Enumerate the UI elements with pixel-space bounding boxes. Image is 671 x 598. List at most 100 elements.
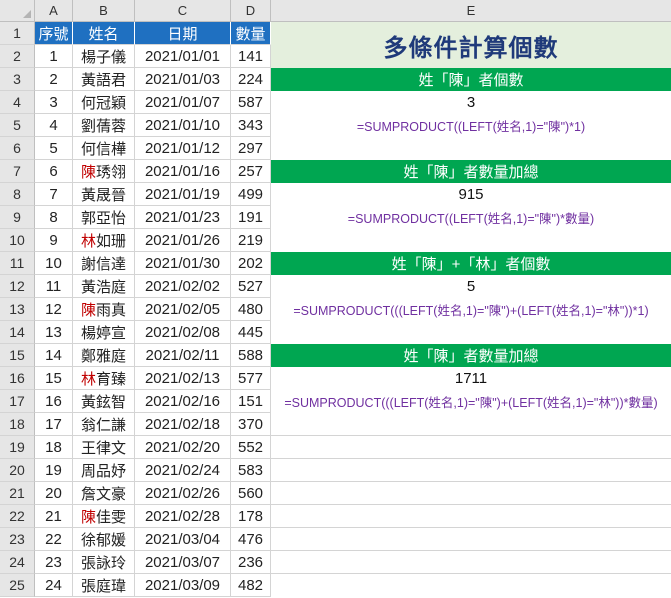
row-header-15[interactable]: 15	[0, 344, 35, 367]
table-cell-seq[interactable]: 2	[35, 68, 73, 91]
row-header-24[interactable]: 24	[0, 551, 35, 574]
table-cell-name[interactable]: 楊婷宣	[73, 321, 135, 344]
table-cell-qty[interactable]: 343	[231, 114, 271, 137]
table-cell-name[interactable]: 黃晟晉	[73, 183, 135, 206]
table-cell-seq[interactable]: 16	[35, 390, 73, 413]
table-cell-date[interactable]: 2021/01/07	[135, 91, 231, 114]
table-cell-name[interactable]: 楊子儀	[73, 45, 135, 68]
table-cell-seq[interactable]: 11	[35, 275, 73, 298]
table-cell-seq[interactable]: 7	[35, 183, 73, 206]
table-cell-name[interactable]: 林如珊	[73, 229, 135, 252]
table-cell-qty[interactable]: 499	[231, 183, 271, 206]
table-cell-seq[interactable]: 13	[35, 321, 73, 344]
table-cell-name[interactable]: 黃鉉智	[73, 390, 135, 413]
table-cell-name[interactable]: 詹文豪	[73, 482, 135, 505]
row-header-18[interactable]: 18	[0, 413, 35, 436]
table-cell-name[interactable]: 陳佳雯	[73, 505, 135, 528]
table-cell-date[interactable]: 2021/02/28	[135, 505, 231, 528]
header-cell-seq[interactable]: 序號	[35, 22, 73, 45]
table-cell-date[interactable]: 2021/02/13	[135, 367, 231, 390]
table-cell-date[interactable]: 2021/03/09	[135, 574, 231, 597]
row-header-14[interactable]: 14	[0, 321, 35, 344]
row-header-25[interactable]: 25	[0, 574, 35, 597]
row-header-9[interactable]: 9	[0, 206, 35, 229]
table-cell-name[interactable]: 林育臻	[73, 367, 135, 390]
select-all-button[interactable]	[0, 0, 35, 22]
table-cell-date[interactable]: 2021/01/16	[135, 160, 231, 183]
row-header-5[interactable]: 5	[0, 114, 35, 137]
row-header-22[interactable]: 22	[0, 505, 35, 528]
table-cell-date[interactable]: 2021/02/18	[135, 413, 231, 436]
table-cell-name[interactable]: 謝信達	[73, 252, 135, 275]
table-cell-name[interactable]: 張詠玲	[73, 551, 135, 574]
table-cell-name[interactable]: 張庭瑋	[73, 574, 135, 597]
row-header-17[interactable]: 17	[0, 390, 35, 413]
table-cell-date[interactable]: 2021/02/24	[135, 459, 231, 482]
table-cell-qty[interactable]: 191	[231, 206, 271, 229]
table-cell-qty[interactable]: 219	[231, 229, 271, 252]
row-header-12[interactable]: 12	[0, 275, 35, 298]
row-header-20[interactable]: 20	[0, 459, 35, 482]
table-cell-name[interactable]: 徐郁媛	[73, 528, 135, 551]
table-cell-name[interactable]: 鄭雅庭	[73, 344, 135, 367]
table-cell-qty[interactable]: 480	[231, 298, 271, 321]
table-cell-date[interactable]: 2021/03/07	[135, 551, 231, 574]
table-cell-qty[interactable]: 297	[231, 137, 271, 160]
table-cell-date[interactable]: 2021/01/03	[135, 68, 231, 91]
table-cell-seq[interactable]: 17	[35, 413, 73, 436]
row-header-4[interactable]: 4	[0, 91, 35, 114]
row-header-7[interactable]: 7	[0, 160, 35, 183]
table-cell-date[interactable]: 2021/02/05	[135, 298, 231, 321]
row-header-11[interactable]: 11	[0, 252, 35, 275]
row-header-13[interactable]: 13	[0, 298, 35, 321]
table-cell-date[interactable]: 2021/02/08	[135, 321, 231, 344]
table-cell-name[interactable]: 陳雨真	[73, 298, 135, 321]
table-cell-name[interactable]: 陳琇翎	[73, 160, 135, 183]
column-header-b[interactable]: B	[73, 0, 135, 22]
table-cell-qty[interactable]: 482	[231, 574, 271, 597]
table-cell-seq[interactable]: 6	[35, 160, 73, 183]
row-header-16[interactable]: 16	[0, 367, 35, 390]
table-cell-date[interactable]: 2021/01/30	[135, 252, 231, 275]
table-cell-name[interactable]: 黃浩庭	[73, 275, 135, 298]
section-result-4[interactable]: 1711	[271, 367, 671, 390]
table-cell-qty[interactable]: 224	[231, 68, 271, 91]
table-cell-seq[interactable]: 8	[35, 206, 73, 229]
table-cell-date[interactable]: 2021/02/16	[135, 390, 231, 413]
row-header-19[interactable]: 19	[0, 436, 35, 459]
table-cell-seq[interactable]: 15	[35, 367, 73, 390]
table-cell-name[interactable]: 何冠穎	[73, 91, 135, 114]
table-cell-qty[interactable]: 141	[231, 45, 271, 68]
table-cell-date[interactable]: 2021/02/26	[135, 482, 231, 505]
table-cell-qty[interactable]: 527	[231, 275, 271, 298]
table-cell-seq[interactable]: 5	[35, 137, 73, 160]
row-header-10[interactable]: 10	[0, 229, 35, 252]
table-cell-name[interactable]: 王律文	[73, 436, 135, 459]
table-cell-qty[interactable]: 560	[231, 482, 271, 505]
table-cell-name[interactable]: 周品妤	[73, 459, 135, 482]
header-cell-date[interactable]: 日期	[135, 22, 231, 45]
table-cell-seq[interactable]: 4	[35, 114, 73, 137]
table-cell-date[interactable]: 2021/01/19	[135, 183, 231, 206]
table-cell-date[interactable]: 2021/01/26	[135, 229, 231, 252]
row-header-23[interactable]: 23	[0, 528, 35, 551]
column-header-d[interactable]: D	[231, 0, 271, 22]
table-cell-name[interactable]: 黃語君	[73, 68, 135, 91]
table-cell-date[interactable]: 2021/02/20	[135, 436, 231, 459]
column-header-c[interactable]: C	[135, 0, 231, 22]
section-result-3[interactable]: 5	[271, 275, 671, 298]
table-cell-qty[interactable]: 476	[231, 528, 271, 551]
column-header-a[interactable]: A	[35, 0, 73, 22]
table-cell-seq[interactable]: 19	[35, 459, 73, 482]
column-header-e[interactable]: E	[271, 0, 671, 22]
table-cell-seq[interactable]: 24	[35, 574, 73, 597]
table-cell-seq[interactable]: 23	[35, 551, 73, 574]
table-cell-seq[interactable]: 14	[35, 344, 73, 367]
row-header-3[interactable]: 3	[0, 68, 35, 91]
section-result-1[interactable]: 3	[271, 91, 671, 114]
table-cell-qty[interactable]: 236	[231, 551, 271, 574]
table-cell-name[interactable]: 何信樺	[73, 137, 135, 160]
table-cell-date[interactable]: 2021/02/02	[135, 275, 231, 298]
header-cell-qty[interactable]: 數量	[231, 22, 271, 45]
row-header-21[interactable]: 21	[0, 482, 35, 505]
